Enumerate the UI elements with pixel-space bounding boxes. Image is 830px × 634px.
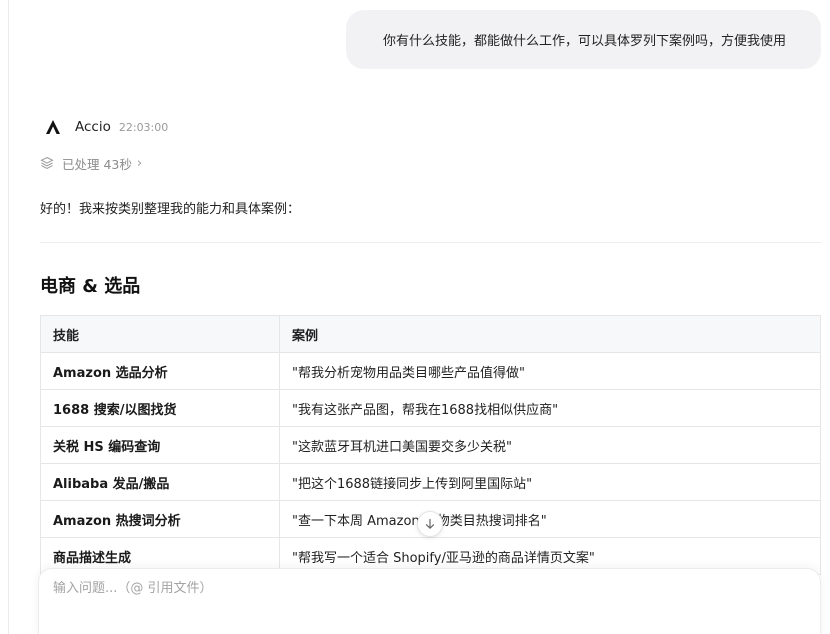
table-row: 关税 HS 编码查询 "这款蓝牙耳机进口美国要交多少关税" [40, 426, 821, 464]
message-input[interactable] [53, 581, 793, 596]
example-cell: "查一下本周 Amazon 宠物类目热搜词排名" [279, 500, 821, 538]
user-message-bubble: 你有什么技能，都能做什么工作，可以具体罗列下案例吗，方便我使用 [346, 10, 821, 69]
section-heading: 电商 & 选品 [40, 276, 141, 297]
skill-cell: Amazon 热搜词分析 [40, 500, 280, 538]
agent-intro-text: 好的！我来按类别整理我的能力和具体案例： [40, 202, 301, 217]
message-composer [38, 568, 821, 634]
table-row: Amazon 选品分析 "帮我分析宠物用品类目哪些产品值得做" [40, 352, 821, 390]
example-cell: "把这个1688链接同步上传到阿里国际站" [279, 463, 821, 501]
scroll-to-bottom-button[interactable] [417, 511, 443, 537]
table-row: Alibaba 发品/搬品 "把这个1688链接同步上传到阿里国际站" [40, 463, 821, 501]
example-cell: "我有这张产品图，帮我在1688找相似供应商" [279, 389, 821, 427]
table-row: 1688 搜索/以图找货 "我有这张产品图，帮我在1688找相似供应商" [40, 389, 821, 427]
example-cell: "帮我分析宠物用品类目哪些产品值得做" [279, 352, 821, 390]
table-header-row: 技能 案例 [40, 315, 821, 353]
agent-name: Accio [75, 119, 111, 135]
skill-cell: Alibaba 发品/搬品 [40, 463, 280, 501]
chevron-right-icon: › [136, 155, 143, 171]
skill-cell: Amazon 选品分析 [40, 352, 280, 390]
column-header-example: 案例 [279, 315, 821, 353]
layers-icon [40, 156, 54, 170]
arrow-down-icon [425, 518, 435, 529]
column-header-skill: 技能 [40, 315, 280, 353]
user-message-text: 你有什么技能，都能做什么工作，可以具体罗列下案例吗，方便我使用 [382, 34, 786, 49]
agent-header: Accio 22:03:00 [44, 117, 168, 137]
message-timestamp: 22:03:00 [118, 120, 169, 134]
example-cell: "这款蓝牙耳机进口美国要交多少关税" [279, 426, 821, 464]
skill-cell: 1688 搜索/以图找货 [40, 389, 280, 427]
processing-status[interactable]: 已处理 43秒 › [40, 154, 142, 172]
left-divider [8, 0, 9, 634]
section-divider [40, 242, 821, 243]
accio-logo-icon [44, 118, 62, 136]
processing-status-label: 已处理 43秒 [62, 156, 132, 172]
skill-cell: 关税 HS 编码查询 [40, 426, 280, 464]
chat-page: 你有什么技能，都能做什么工作，可以具体罗列下案例吗，方便我使用 Accio 22… [0, 0, 830, 634]
